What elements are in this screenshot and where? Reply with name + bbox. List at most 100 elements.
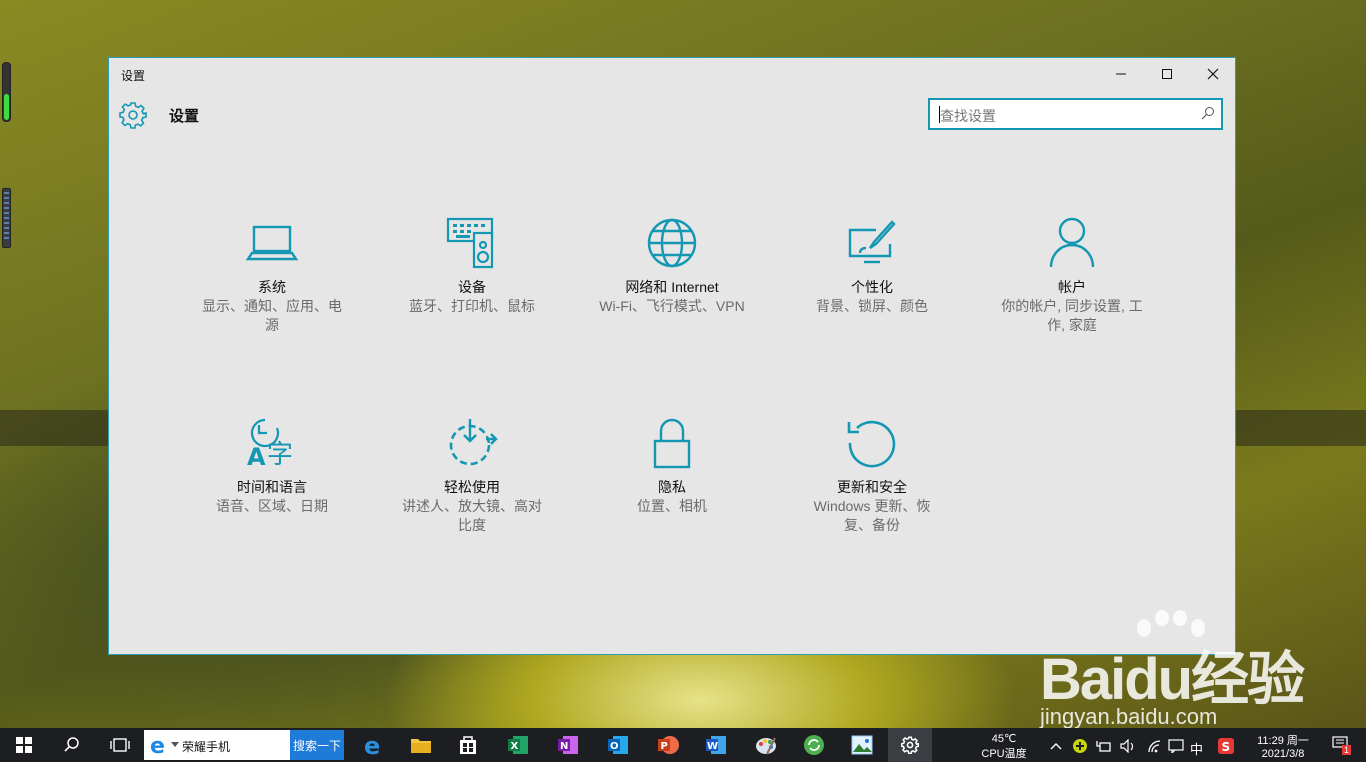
tile-network[interactable]: 网络和 Internet Wi-Fi、飞行模式、VPN	[582, 215, 762, 316]
tile-desc: 蓝牙、打印机、鼠标	[409, 298, 535, 314]
close-button[interactable]	[1190, 58, 1236, 89]
svg-text:A: A	[247, 443, 266, 469]
start-button[interactable]	[2, 728, 46, 762]
devices-icon	[446, 217, 494, 269]
tile-devices[interactable]: 设备 蓝牙、打印机、鼠标	[382, 215, 562, 316]
photos-app[interactable]	[840, 728, 884, 762]
chevron-down-icon	[171, 742, 179, 747]
outlook-app[interactable]: O	[596, 728, 640, 762]
tile-name: 时间和语言	[237, 479, 307, 495]
tile-desc: 源	[265, 317, 279, 333]
clock-time: 11:29 周一	[1257, 735, 1309, 747]
wifi-icon[interactable]	[1146, 739, 1162, 753]
search-icon	[1201, 107, 1214, 120]
notification-badge: 1	[1342, 745, 1352, 755]
tile-ease-of-access[interactable]: 轻松使用 讲述人、放大镜、高对 比度	[382, 415, 562, 535]
clock-date: 2021/3/8	[1261, 748, 1305, 760]
photos-icon	[851, 735, 873, 755]
refresh-green-icon	[804, 735, 824, 755]
action-center-icon[interactable]	[1168, 739, 1184, 753]
svg-text:O: O	[610, 741, 619, 752]
tile-name: 个性化	[851, 279, 893, 295]
tile-time-language[interactable]: A 字 时间和语言 语音、区域、日期	[182, 415, 362, 516]
notifications-button[interactable]: 1	[1332, 736, 1356, 758]
search-taskbar-button[interactable]	[50, 728, 94, 762]
ime-indicator[interactable]: 中	[1190, 739, 1203, 758]
ie-icon: e	[150, 734, 165, 756]
tile-name: 系统	[258, 279, 286, 295]
store-app[interactable]	[446, 728, 490, 762]
tile-desc: Wi-Fi、飞行模式、VPN	[599, 298, 745, 314]
title-bar[interactable]: 设置	[109, 58, 1235, 89]
sogou-icon[interactable]: S	[1218, 738, 1234, 754]
window-title: 设置	[121, 69, 146, 83]
search-icon	[64, 737, 79, 752]
settings-app[interactable]	[888, 728, 932, 762]
maximize-button[interactable]	[1144, 58, 1190, 89]
word-icon: W	[706, 736, 726, 754]
powerpoint-icon: P	[658, 736, 679, 754]
powerpoint-app[interactable]: P	[646, 728, 690, 762]
minimize-button[interactable]	[1098, 58, 1144, 89]
plus-badge-icon[interactable]	[1072, 738, 1088, 754]
excel-app[interactable]: X	[496, 728, 540, 762]
svg-text:P: P	[661, 741, 668, 752]
ie-search-text[interactable]: 荣耀手机	[182, 738, 230, 755]
onenote-app[interactable]: N	[546, 728, 590, 762]
tile-system[interactable]: 系统 显示、通知、应用、电 源	[182, 215, 362, 335]
svg-text:N: N	[560, 741, 568, 752]
tile-name: 网络和 Internet	[625, 279, 719, 295]
update-icon	[847, 420, 896, 468]
edge-icon: e	[364, 734, 380, 756]
onenote-icon: N	[558, 736, 578, 754]
ease-of-access-icon	[449, 419, 498, 466]
tile-update-security[interactable]: 更新和安全 Windows 更新、恢 复、备份	[782, 415, 962, 535]
tile-name: 隐私	[658, 479, 686, 495]
chevron-up-icon[interactable]	[1050, 742, 1062, 750]
svg-text:S: S	[1222, 740, 1231, 754]
word-app[interactable]: W	[694, 728, 738, 762]
tile-name: 轻松使用	[444, 479, 500, 495]
maximize-icon	[1162, 68, 1172, 79]
tile-personalization[interactable]: 个性化 背景、锁屏、颜色	[782, 215, 962, 316]
tile-desc: 位置、相机	[637, 498, 707, 514]
ie-search-box[interactable]: e 荣耀手机	[144, 730, 290, 760]
green-app[interactable]	[792, 728, 836, 762]
tile-name: 更新和安全	[837, 479, 907, 495]
watermark-url: jingyan.baidu.com	[1040, 704, 1218, 729]
cpu-temperature[interactable]: 45℃ CPU温度	[980, 732, 1028, 761]
search-input[interactable]: 查找设置	[940, 106, 996, 126]
clock[interactable]: 11:29 周一 2021/3/8	[1248, 732, 1318, 760]
svg-text:e: e	[150, 734, 165, 756]
power-plug-icon[interactable]	[1096, 739, 1112, 753]
volume-icon[interactable]	[1120, 739, 1136, 753]
meter-gadget	[2, 188, 11, 248]
settings-header: 设置	[119, 100, 199, 130]
gear-icon	[901, 736, 919, 754]
task-view-icon	[110, 738, 130, 752]
globe-icon	[647, 218, 697, 268]
laptop-icon	[246, 225, 298, 261]
gear-icon	[119, 102, 147, 129]
task-view-button[interactable]	[98, 728, 142, 762]
excel-icon: X	[508, 736, 528, 754]
tile-desc: 作, 家庭	[1047, 317, 1097, 333]
minimize-icon	[1116, 73, 1126, 74]
tile-desc: 复、备份	[844, 517, 900, 533]
tile-name: 帐户	[1058, 279, 1086, 295]
svg-text:字: 字	[267, 440, 293, 469]
paint-app[interactable]	[744, 728, 788, 762]
tile-accounts[interactable]: 帐户 你的帐户, 同步设置, 工 作, 家庭	[982, 215, 1162, 335]
tile-privacy[interactable]: 隐私 位置、相机	[582, 415, 762, 516]
search-box[interactable]: 查找设置	[928, 98, 1223, 130]
svg-text:W: W	[707, 741, 718, 752]
file-explorer-app[interactable]	[399, 728, 443, 762]
personalization-icon	[848, 220, 896, 264]
svg-text:e: e	[364, 734, 380, 756]
page-title: 设置	[169, 107, 200, 125]
tile-desc: 背景、锁屏、颜色	[816, 298, 928, 314]
search-once-button[interactable]: 搜索一下	[290, 730, 344, 760]
temperature-label: CPU温度	[981, 748, 1027, 760]
edge-app[interactable]: e	[352, 728, 396, 762]
temperature-value: 45℃	[991, 733, 1017, 745]
